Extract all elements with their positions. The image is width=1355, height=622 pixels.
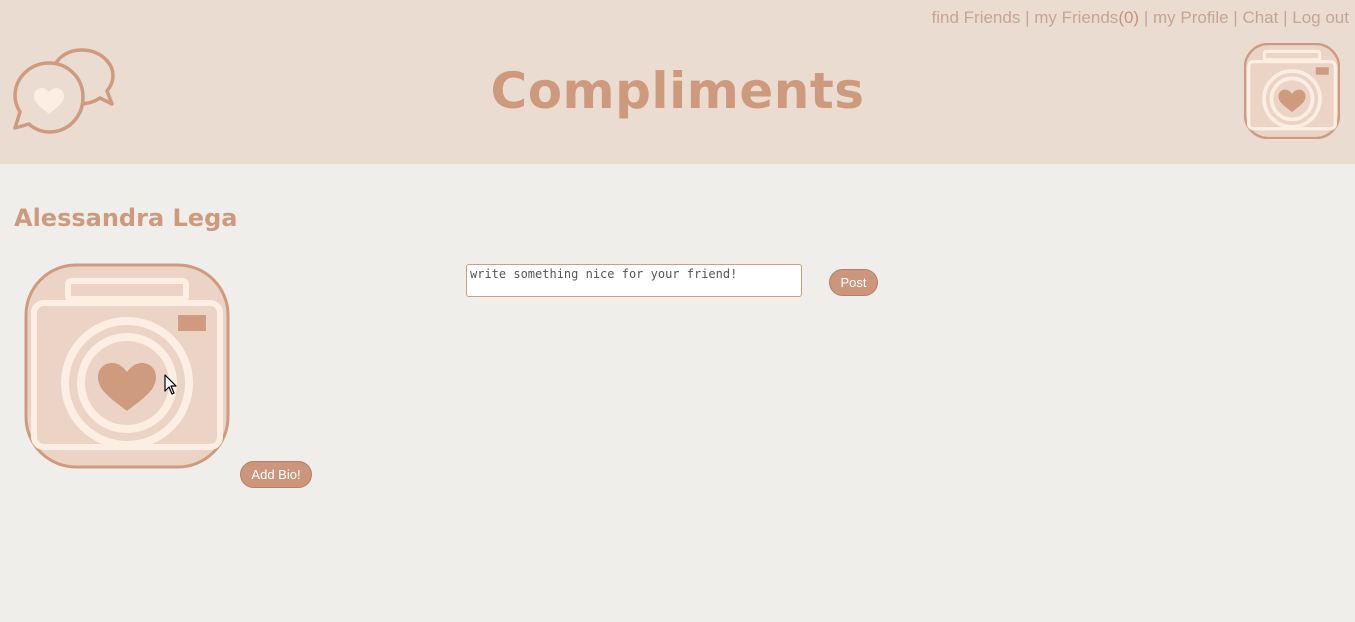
top-nav: find Friends | my Friends(0) | my Profil… — [932, 8, 1349, 28]
nav-my-friends-label: my Friends — [1034, 8, 1119, 27]
nav-separator: | — [1143, 8, 1149, 27]
camera-heart-icon[interactable] — [1243, 42, 1341, 140]
post-button[interactable]: Post — [829, 269, 878, 296]
profile-picture[interactable] — [24, 263, 230, 469]
compliment-input[interactable] — [466, 264, 802, 297]
nav-my-friends[interactable]: my Friends(0) — [1034, 8, 1139, 27]
nav-separator: | — [1283, 8, 1288, 27]
friend-count-badge: (0) — [1118, 8, 1140, 27]
nav-my-profile[interactable]: my Profile — [1153, 8, 1229, 27]
camera-heart-icon — [24, 263, 230, 469]
nav-chat[interactable]: Chat — [1242, 8, 1278, 27]
nav-separator: | — [1233, 8, 1238, 27]
page-header: find Friends | my Friends(0) | my Profil… — [0, 0, 1355, 164]
page-title: Compliments — [490, 62, 865, 120]
profile-name: Alessandra Lega — [14, 204, 238, 232]
mouse-pointer-icon — [164, 374, 178, 396]
nav-separator: | — [1025, 8, 1030, 27]
nav-logout[interactable]: Log out — [1292, 8, 1349, 27]
nav-find-friends[interactable]: find Friends — [932, 8, 1021, 27]
add-bio-button[interactable]: Add Bio! — [240, 461, 312, 488]
